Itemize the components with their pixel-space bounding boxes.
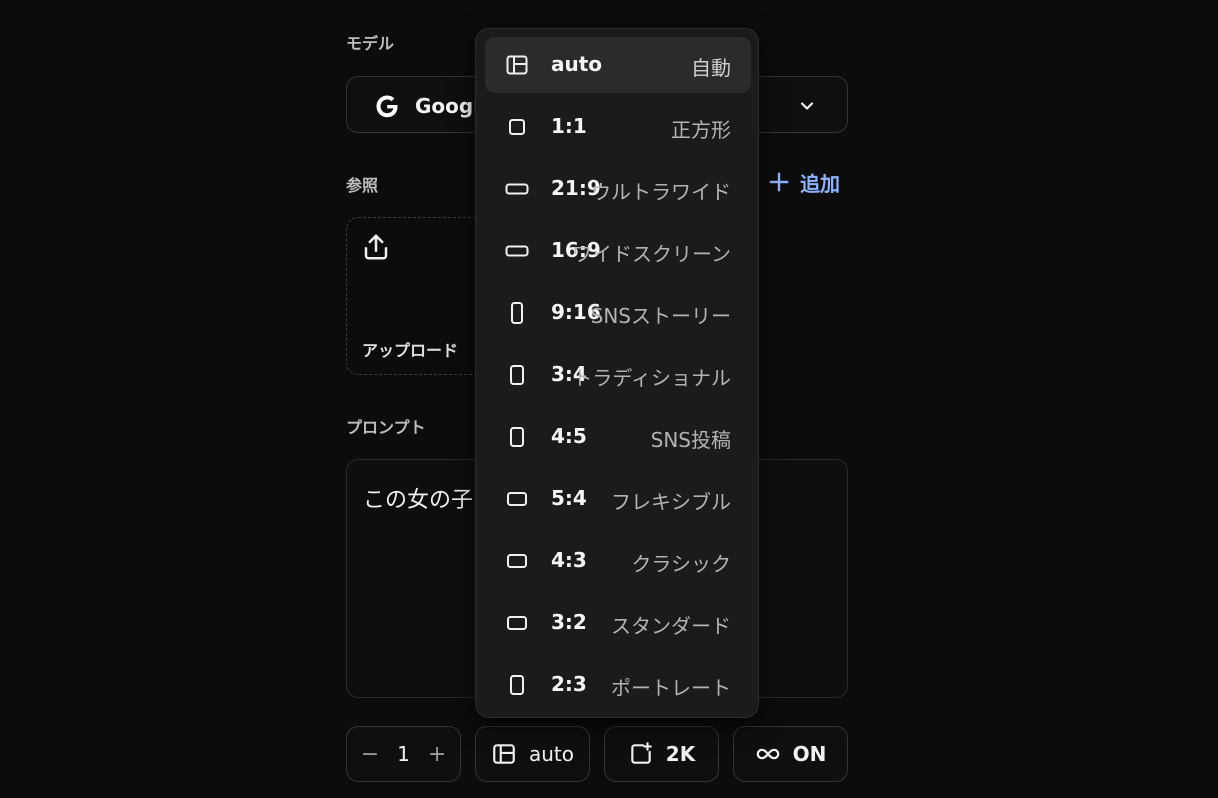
ratio-option-2-3[interactable]: 2:3 ポートレート xyxy=(485,657,751,713)
square-icon xyxy=(509,119,525,135)
ratio-option-1-1[interactable]: 1:1 正方形 xyxy=(485,99,751,155)
resolution-button[interactable]: 2K xyxy=(604,726,719,782)
ratio-option-desc: 自動 xyxy=(691,56,731,80)
ratio-option-4-3[interactable]: 4:3 クラシック xyxy=(485,533,751,589)
upload-dropzone[interactable]: アップロード xyxy=(346,217,496,375)
ratio-option-value: 4:5 xyxy=(551,424,587,448)
add-reference-button[interactable]: 追加 xyxy=(768,168,840,196)
landscape-icon xyxy=(507,554,527,568)
model-label: モデル xyxy=(346,34,395,53)
auto-ratio-icon xyxy=(506,55,528,75)
ratio-option-21-9[interactable]: 21:9 ウルトラワイド xyxy=(485,161,751,217)
portrait-icon xyxy=(510,675,524,695)
landscape-icon xyxy=(505,245,529,257)
auto-ratio-icon xyxy=(493,744,515,764)
ratio-option-auto[interactable]: auto 自動 xyxy=(485,37,751,93)
loop-value: ON xyxy=(792,742,827,766)
plus-icon xyxy=(769,172,789,192)
landscape-icon xyxy=(505,183,529,195)
ratio-option-3-4[interactable]: 3:4 トラディショナル xyxy=(485,347,751,403)
ratio-option-3-2[interactable]: 3:2 スタンダード xyxy=(485,595,751,651)
landscape-icon xyxy=(507,492,527,506)
aspect-ratio-value: auto xyxy=(528,742,574,766)
prompt-text: この女の子 xyxy=(363,488,474,513)
ratio-option-value: 2:3 xyxy=(551,672,587,696)
ratio-option-value: 4:3 xyxy=(551,548,587,572)
count-value: 1 xyxy=(397,742,410,766)
ratio-option-desc: フレキシブル xyxy=(611,490,731,514)
portrait-icon xyxy=(510,427,524,447)
ratio-option-desc: ウルトラワイド xyxy=(591,180,731,204)
aspect-ratio-dropdown: auto 自動 1:1 正方形 21:9 ウルトラワイド 16:9 ワイドスクリ… xyxy=(475,28,759,718)
reference-label: 参照 xyxy=(346,176,379,195)
ratio-option-5-4[interactable]: 5:4 フレキシブル xyxy=(485,471,751,527)
count-stepper: − 1 + xyxy=(346,726,461,782)
ratio-option-4-5[interactable]: 4:5 SNS投稿 xyxy=(485,409,751,465)
resolution-value: 2K xyxy=(665,742,696,766)
ratio-option-desc: SNSストーリー xyxy=(590,304,731,328)
increment-button[interactable]: + xyxy=(428,742,446,767)
ratio-option-desc: トラディショナル xyxy=(572,366,731,390)
ratio-option-desc: ポートレート xyxy=(611,676,731,700)
loop-toggle[interactable]: ON xyxy=(733,726,848,782)
decrement-button[interactable]: − xyxy=(361,742,379,767)
image-sparkle-icon xyxy=(631,742,652,764)
upload-icon xyxy=(364,234,388,260)
google-icon xyxy=(376,95,398,118)
add-label: 追加 xyxy=(800,171,840,196)
ratio-option-value: auto xyxy=(551,52,603,76)
ratio-option-desc: ワイドスクリーン xyxy=(572,242,731,266)
prompt-label: プロンプト xyxy=(346,418,426,437)
chevron-down-icon xyxy=(800,102,814,110)
ratio-option-desc: 正方形 xyxy=(671,118,731,142)
ratio-option-desc: クラシック xyxy=(631,552,731,576)
ratio-option-value: 5:4 xyxy=(551,486,587,510)
upload-label: アップロード xyxy=(362,341,459,360)
ratio-option-value: 3:2 xyxy=(551,610,587,634)
aspect-ratio-button[interactable]: auto xyxy=(475,726,590,782)
portrait-icon xyxy=(510,365,524,385)
ratio-option-16-9[interactable]: 16:9 ワイドスクリーン xyxy=(485,223,751,279)
portrait-icon xyxy=(511,302,523,324)
infinity-icon xyxy=(756,748,779,760)
ratio-option-desc: スタンダード xyxy=(611,614,731,638)
landscape-icon xyxy=(507,616,527,630)
ratio-option-desc: SNS投稿 xyxy=(650,428,731,452)
ratio-option-value: 1:1 xyxy=(551,114,587,138)
ratio-option-9-16[interactable]: 9:16 SNSストーリー xyxy=(485,285,751,341)
